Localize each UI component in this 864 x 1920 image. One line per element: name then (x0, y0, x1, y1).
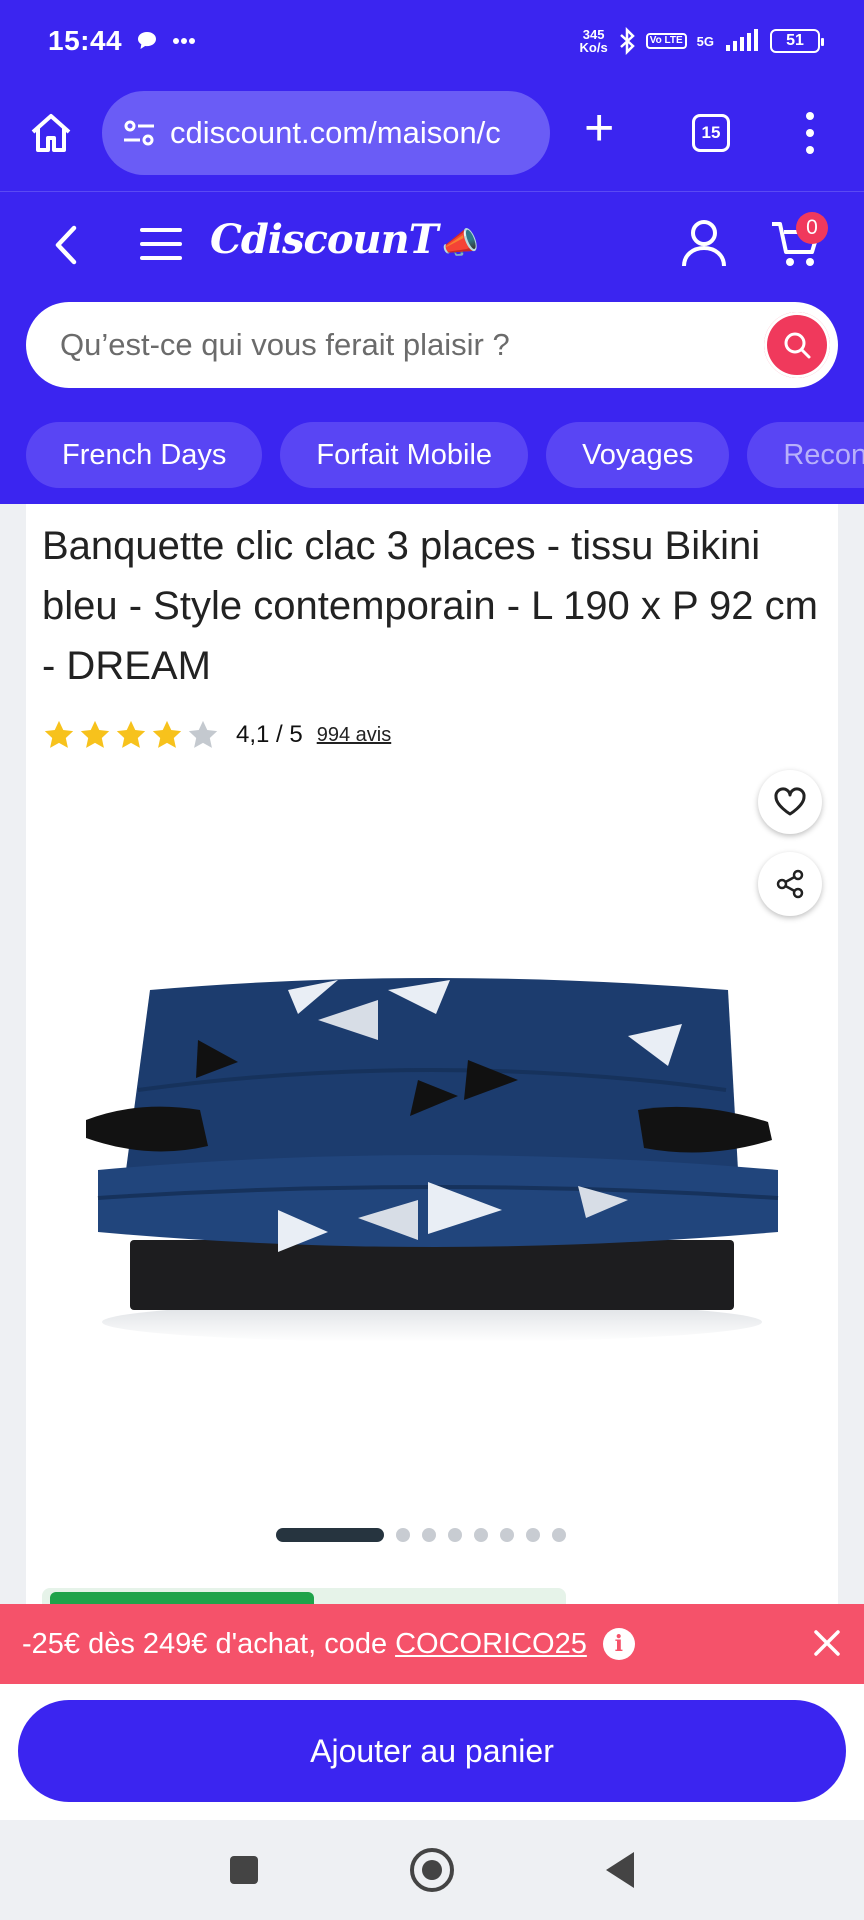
search-input[interactable] (60, 327, 740, 363)
battery-indicator: 51 (770, 29, 824, 53)
product-image-sofa[interactable] (78, 970, 786, 1350)
search-bar (26, 302, 838, 388)
star-icon (44, 720, 74, 748)
carousel-dot[interactable] (396, 1528, 410, 1542)
more-dots-icon (173, 38, 196, 44)
signal-icon (726, 29, 758, 51)
promo-code-link[interactable]: COCORICO25 (395, 1628, 587, 1661)
address-bar[interactable]: cdiscount.com/maison/c (102, 91, 550, 175)
reviews-link[interactable]: 994 avis (317, 724, 392, 747)
category-chips: French Days Forfait Mobile Voyages Recon (26, 422, 864, 488)
volte-badge: Vo LTE (645, 33, 687, 49)
cart-count-badge: 0 (796, 212, 828, 244)
site-header: CdiscounT📣 0 French Days Forfait Mobile … (0, 192, 864, 504)
url-text: cdiscount.com/maison/c (170, 115, 501, 150)
chip-forfait-mobile[interactable]: Forfait Mobile (280, 422, 529, 488)
carousel-dot[interactable] (474, 1528, 488, 1542)
status-bar: 15:44 345 Ko/s Vo LTE 5G 51 (0, 0, 864, 82)
megaphone-icon: 📣 (441, 226, 478, 261)
availability-strip (42, 1588, 566, 1606)
heart-icon (774, 787, 806, 816)
cdiscount-logo[interactable]: CdiscounT 📣 (210, 216, 479, 263)
recent-apps-icon[interactable] (230, 1856, 258, 1884)
chip-recon[interactable]: Recon (747, 422, 864, 488)
product-rating[interactable]: 4,1 / 5 994 avis (42, 718, 391, 752)
carousel-dot[interactable] (422, 1528, 436, 1542)
home-icon[interactable] (28, 110, 74, 156)
back-triangle-icon[interactable] (606, 1852, 634, 1888)
new-tab-button[interactable]: + (584, 102, 614, 154)
star-icon (116, 720, 146, 748)
status-time: 15:44 (48, 25, 123, 56)
carousel-dot[interactable] (448, 1528, 462, 1542)
add-to-cart-button[interactable]: Ajouter au panier (18, 1700, 846, 1802)
bluetooth-icon (619, 27, 635, 55)
share-button[interactable] (758, 852, 822, 916)
search-button[interactable] (764, 312, 830, 378)
carousel-dot[interactable] (552, 1528, 566, 1542)
star-empty-icon (188, 720, 218, 748)
home-button-icon[interactable] (410, 1848, 454, 1892)
hamburger-menu-icon[interactable] (140, 228, 182, 260)
network-speed: 345 Ko/s (579, 27, 608, 55)
rating-stars (42, 718, 220, 752)
rating-score: 4,1 / 5 (236, 721, 303, 748)
back-arrow-icon[interactable] (50, 222, 84, 268)
share-icon (776, 869, 804, 899)
image-carousel-dots[interactable] (276, 1528, 566, 1542)
close-icon[interactable] (810, 1626, 844, 1660)
promo-text: -25€ dès 249€ d'achat, code (22, 1627, 388, 1660)
user-account-icon[interactable] (680, 218, 728, 268)
carousel-dot[interactable] (526, 1528, 540, 1542)
chip-french-days[interactable]: French Days (26, 422, 263, 488)
cta-container: Ajouter au panier (0, 1684, 864, 1820)
carousel-dot[interactable] (500, 1528, 514, 1542)
favorite-button[interactable] (758, 770, 822, 834)
site-settings-icon[interactable] (122, 118, 156, 148)
carousel-dot-active[interactable] (276, 1528, 384, 1542)
tab-switcher-button[interactable]: 15 (692, 114, 730, 152)
chip-voyages[interactable]: Voyages (546, 422, 730, 488)
star-icon (152, 720, 182, 748)
product-title: Banquette clic clac 3 places - tissu Bik… (42, 524, 818, 688)
network-type: 5G (696, 33, 714, 49)
browser-menu-button[interactable] (804, 112, 816, 154)
browser-toolbar: cdiscount.com/maison/c + 15 (0, 82, 864, 192)
promo-banner: -25€ dès 249€ d'achat, code COCORICO25 i (0, 1604, 864, 1684)
info-icon[interactable]: i (602, 1628, 635, 1660)
system-navigation-bar (0, 1820, 864, 1920)
chat-bubble-icon (138, 32, 157, 49)
star-icon (80, 720, 110, 748)
search-icon (784, 332, 811, 359)
